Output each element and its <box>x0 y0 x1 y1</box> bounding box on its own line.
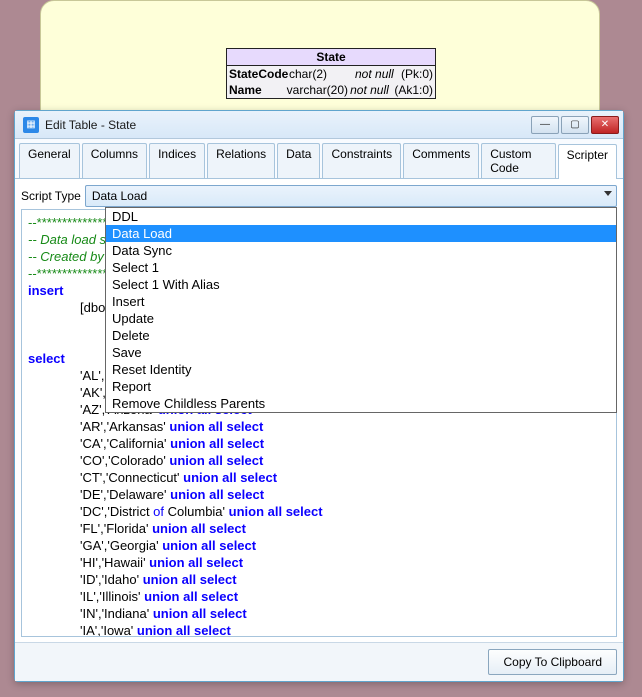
maximize-button[interactable]: ▢ <box>561 116 589 134</box>
content-area: Script Type Data Load --****************… <box>15 179 623 681</box>
script-line: 'HI','Hawaii' union all select <box>28 554 610 571</box>
diagram-row: Name varchar(20) not null (Ak1:0) <box>227 82 435 98</box>
script-line: 'CT','Connecticut' union all select <box>28 469 610 486</box>
diagram-title: State <box>227 49 435 66</box>
script-line: 'CA','California' union all select <box>28 435 610 452</box>
script-line: 'ID','Idaho' union all select <box>28 571 610 588</box>
combo-value: Data Load <box>92 189 147 203</box>
titlebar[interactable]: ▦ Edit Table - State — ▢ ✕ <box>15 111 623 139</box>
state-table-diagram: State StateCode char(2) not null (Pk:0) … <box>226 48 436 99</box>
window-title: Edit Table - State <box>45 118 531 132</box>
script-line: 'DE','Delaware' union all select <box>28 486 610 503</box>
script-line: 'CO','Colorado' union all select <box>28 452 610 469</box>
tab-indices[interactable]: Indices <box>149 143 205 178</box>
tabs-bar: General Columns Indices Relations Data C… <box>15 139 623 179</box>
tab-comments[interactable]: Comments <box>403 143 479 178</box>
close-icon: ✕ <box>601 120 609 130</box>
option-select-1-alias[interactable]: Select 1 With Alias <box>106 276 616 293</box>
script-line: 'GA','Georgia' union all select <box>28 537 610 554</box>
script-line: 'IN','Indiana' union all select <box>28 605 610 622</box>
option-report[interactable]: Report <box>106 378 616 395</box>
tab-scripter[interactable]: Scripter <box>558 144 617 179</box>
script-line: 'DC','District of Columbia' union all se… <box>28 503 610 520</box>
tab-general[interactable]: General <box>19 143 80 178</box>
edit-table-window: ▦ Edit Table - State — ▢ ✕ General Colum… <box>14 110 624 682</box>
option-remove-childless[interactable]: Remove Childless Parents <box>106 395 616 412</box>
option-delete[interactable]: Delete <box>106 327 616 344</box>
option-insert[interactable]: Insert <box>106 293 616 310</box>
tab-columns[interactable]: Columns <box>82 143 147 178</box>
minimize-icon: — <box>540 120 550 130</box>
diagram-row: StateCode char(2) not null (Pk:0) <box>227 66 435 82</box>
option-data-load[interactable]: Data Load <box>106 225 616 242</box>
tab-relations[interactable]: Relations <box>207 143 275 178</box>
close-button[interactable]: ✕ <box>591 116 619 134</box>
script-type-combo[interactable]: Data Load <box>85 185 617 207</box>
chevron-down-icon <box>604 191 612 196</box>
option-ddl[interactable]: DDL <box>106 208 616 225</box>
option-save[interactable]: Save <box>106 344 616 361</box>
option-update[interactable]: Update <box>106 310 616 327</box>
maximize-icon: ▢ <box>570 120 579 130</box>
app-icon: ▦ <box>23 117 39 133</box>
script-type-label: Script Type <box>21 189 81 203</box>
footer: Copy To Clipboard <box>15 642 623 681</box>
script-line: 'IA','Iowa' union all select <box>28 622 610 637</box>
option-reset-identity[interactable]: Reset Identity <box>106 361 616 378</box>
option-data-sync[interactable]: Data Sync <box>106 242 616 259</box>
tab-constraints[interactable]: Constraints <box>322 143 401 178</box>
minimize-button[interactable]: — <box>531 116 559 134</box>
tab-custom-code[interactable]: Custom Code <box>481 143 555 178</box>
script-line: 'IL','Illinois' union all select <box>28 588 610 605</box>
script-type-dropdown[interactable]: DDL Data Load Data Sync Select 1 Select … <box>105 207 617 413</box>
copy-to-clipboard-button[interactable]: Copy To Clipboard <box>488 649 617 675</box>
script-line: 'FL','Florida' union all select <box>28 520 610 537</box>
option-select-1[interactable]: Select 1 <box>106 259 616 276</box>
tab-data[interactable]: Data <box>277 143 320 178</box>
script-line: 'AR','Arkansas' union all select <box>28 418 610 435</box>
